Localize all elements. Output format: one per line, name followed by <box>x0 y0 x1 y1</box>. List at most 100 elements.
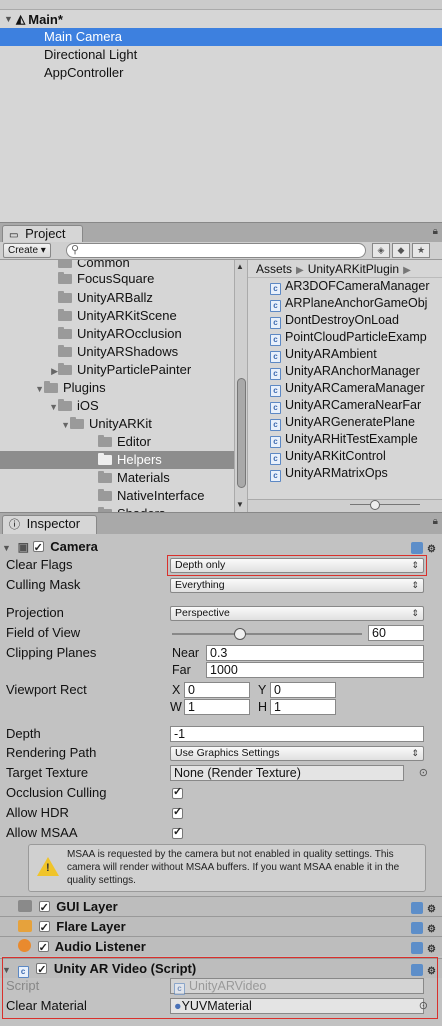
tab-inspector[interactable]: ⓘ Inspector <box>2 515 98 535</box>
breadcrumb-assets[interactable]: Assets <box>256 262 292 276</box>
file-item[interactable]: c UnityARCameraNearFar <box>248 397 442 414</box>
vp-y-label: Y <box>258 683 267 697</box>
create-button[interactable]: Create ▾ <box>3 243 51 258</box>
fov-field[interactable]: 60 <box>368 625 424 641</box>
file-item[interactable]: c UnityARAnchorManager <box>248 363 442 380</box>
tree-folder-item[interactable]: UnityARKitScene <box>0 307 177 325</box>
tree-folder-item[interactable]: ▼ Plugins <box>0 379 106 397</box>
tree-folder-item[interactable]: ▼ iOS <box>0 397 99 415</box>
flare-layer-header[interactable]: Flare Layer ⚙ <box>0 916 442 938</box>
vp-h-field[interactable]: 1 <box>270 699 336 715</box>
gui-layer-header[interactable]: GUI Layer ⚙ <box>0 896 442 918</box>
file-item[interactable]: c UnityARCameraManager <box>248 380 442 397</box>
audio-listener-header[interactable]: Audio Listener ⚙ <box>0 936 442 958</box>
far-field[interactable]: 1000 <box>206 662 424 678</box>
lock-icon[interactable]: 🔒︎ <box>433 516 438 527</box>
vp-w-field[interactable]: 1 <box>184 699 250 715</box>
tree-folder-item[interactable]: UnityARBallz <box>0 289 153 307</box>
rendering-path-dropdown[interactable]: Use Graphics Settings ⇕ <box>170 746 424 761</box>
favorite-icon[interactable]: ★ <box>412 243 430 258</box>
help-book-icon[interactable] <box>411 942 424 954</box>
file-item[interactable]: c UnityARMatrixOps <box>248 465 442 482</box>
help-book-icon[interactable] <box>411 922 424 934</box>
depth-field[interactable]: -1 <box>170 726 424 742</box>
near-label: Near <box>172 646 200 660</box>
tree-folder-item[interactable]: Materials <box>0 469 170 487</box>
help-book-icon[interactable] <box>411 902 424 914</box>
hierarchy-item[interactable]: Main Camera <box>0 28 442 46</box>
vp-x-label: X <box>172 683 181 697</box>
tree-scrollbar[interactable]: ▲ ▼ <box>234 260 248 512</box>
gui-layer-checkbox[interactable] <box>38 898 50 918</box>
target-texture-field[interactable]: None (Render Texture) <box>170 765 404 781</box>
file-item[interactable]: c DontDestroyOnLoad <box>248 312 442 329</box>
fov-slider-knob[interactable] <box>234 628 247 640</box>
tab-project[interactable]: ▭ Project <box>2 225 83 243</box>
culling-mask-dropdown[interactable]: Everything ⇕ <box>170 578 424 593</box>
file-item[interactable]: c AR3DOFCameraManager <box>248 278 442 295</box>
info-icon: ⓘ <box>9 519 20 531</box>
folder-icon <box>98 489 112 501</box>
tree-folder-item[interactable]: ▶ UnityParticlePainter <box>0 361 191 379</box>
scroll-down-icon[interactable]: ▼ <box>236 500 244 509</box>
camera-enabled-checkbox[interactable] <box>32 538 44 558</box>
tree-folder-item[interactable]: Editor <box>0 433 151 451</box>
tree-indent: ▶ <box>51 366 58 376</box>
search-input[interactable]: ⚲ <box>66 243 366 258</box>
tree-folder-item[interactable]: FocusSquare <box>0 270 154 288</box>
scroll-up-icon[interactable]: ▲ <box>236 262 244 271</box>
gear-icon[interactable]: ⚙ <box>427 544 436 555</box>
vp-x-field[interactable]: 0 <box>184 682 250 698</box>
file-size-slider[interactable] <box>248 499 442 512</box>
file-item[interactable]: c UnityARAmbient <box>248 346 442 363</box>
file-item[interactable]: c ARPlaneAnchorGameObj <box>248 295 442 312</box>
projection-dropdown[interactable]: Perspective ⇕ <box>170 606 424 621</box>
projection-value: Perspective <box>175 607 230 619</box>
file-item[interactable]: c UnityARKitControl <box>248 448 442 465</box>
lock-icon[interactable]: 🔒︎ <box>433 226 438 237</box>
gear-icon[interactable]: ⚙ <box>427 924 436 935</box>
flare-layer-icon <box>18 920 32 932</box>
tree-folder-item[interactable]: Shaders <box>0 505 165 512</box>
camera-component-header[interactable]: ▼ ▣ Camera ⚙ <box>0 537 442 558</box>
inspector-panel: ▼ ▣ Camera ⚙ Clear Flags Depth only⇕ Cul… <box>0 534 442 1026</box>
tree-folder-item[interactable]: NativeInterface <box>0 487 204 505</box>
folder-icon <box>58 399 72 411</box>
updown-arrow-icon: ⇕ <box>411 608 419 618</box>
breadcrumb-arrow-icon: ▶ <box>296 265 304 276</box>
tree-folder-item[interactable]: ▼ UnityARKit <box>0 415 152 433</box>
tree-folder-item[interactable]: UnityARShadows <box>0 343 178 361</box>
file-label: AR3DOFCameraManager <box>285 279 430 293</box>
help-book-icon[interactable] <box>411 542 424 554</box>
flare-layer-checkbox[interactable] <box>38 918 50 938</box>
scene-row[interactable]: ▼ ◭ Main* <box>0 10 442 28</box>
hierarchy-item[interactable]: AppController <box>0 64 442 82</box>
breadcrumb-plugin[interactable]: UnityARKitPlugin <box>308 262 399 276</box>
expand-down-icon[interactable]: ▼ <box>2 538 14 558</box>
fov-slider-track[interactable] <box>172 633 362 635</box>
far-label: Far <box>172 663 191 677</box>
file-item[interactable]: c PointCloudParticleExamp <box>248 329 442 346</box>
tree-folder-item[interactable]: Helpers <box>0 451 234 469</box>
hierarchy-item[interactable]: Directional Light <box>0 46 442 64</box>
filter-by-label-icon[interactable]: ◆ <box>392 243 410 258</box>
gui-layer-title: GUI Layer <box>56 899 118 914</box>
object-picker-icon[interactable]: ⊙ <box>419 766 428 779</box>
expand-down-icon[interactable]: ▼ <box>4 14 16 24</box>
gear-icon[interactable]: ⚙ <box>427 904 436 915</box>
tree-folder-item[interactable]: UnityAROcclusion <box>0 325 182 343</box>
audio-listener-checkbox[interactable] <box>37 938 49 958</box>
tree-folder-label: Materials <box>117 470 170 485</box>
slider-knob[interactable] <box>370 500 380 510</box>
occlusion-culling-checkbox[interactable] <box>172 785 183 799</box>
allow-msaa-checkbox[interactable] <box>172 825 183 839</box>
file-item[interactable]: c UnityARHitTestExample <box>248 431 442 448</box>
allow-hdr-checkbox[interactable] <box>172 805 183 819</box>
gear-icon[interactable]: ⚙ <box>427 944 436 955</box>
filter-by-type-icon[interactable]: ◈ <box>372 243 390 258</box>
vp-y-field[interactable]: 0 <box>270 682 336 698</box>
scrollbar-thumb[interactable] <box>237 378 246 488</box>
file-item[interactable]: c UnityARGeneratePlane <box>248 414 442 431</box>
viewport-rect-label: Viewport Rect <box>6 682 87 697</box>
near-field[interactable]: 0.3 <box>206 645 424 661</box>
